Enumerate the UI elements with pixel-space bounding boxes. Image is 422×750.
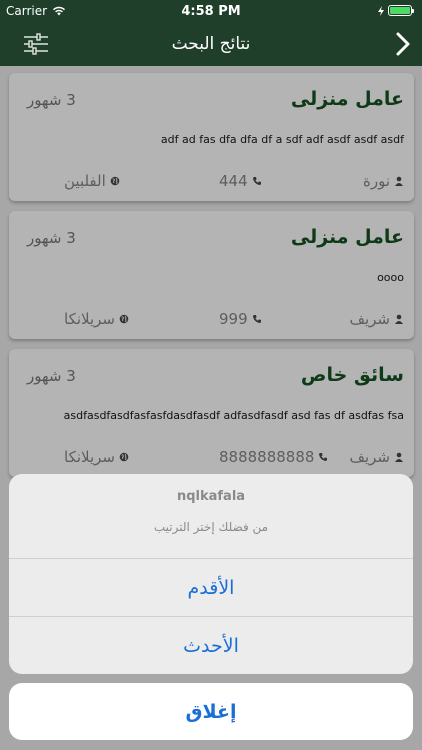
globe-icon — [119, 452, 129, 462]
card-owner: شريف — [349, 448, 404, 466]
card-description: oooo — [377, 271, 404, 284]
card-age: 3 شهور — [27, 229, 76, 247]
card-title: عامل منزلى — [290, 88, 404, 110]
owner-name: شريف — [349, 448, 390, 466]
card-age: 3 شهور — [27, 367, 76, 385]
card-title: عامل منزلى — [290, 226, 404, 248]
person-icon — [395, 452, 403, 462]
card-country: سريلانكا — [64, 448, 129, 466]
card-phone: 8888888888 — [219, 448, 328, 466]
country-name: سريلانكا — [64, 448, 115, 466]
phone-icon — [319, 453, 328, 461]
card-phone: 999 — [219, 310, 262, 328]
result-card[interactable]: عامل منزلى 3 شهور oooo شريف 999 سريلانكا — [9, 211, 414, 339]
status-bar: Carrier 4:58 PM — [0, 0, 422, 22]
clock: 4:58 PM — [181, 4, 241, 19]
phone-number: 999 — [219, 310, 248, 328]
card-age: 3 شهور — [27, 91, 76, 109]
sort-newest-button[interactable]: الأحدث — [9, 617, 413, 674]
action-sheet-header: nqlkafala من فضلك إختر الترتيب — [9, 474, 413, 559]
card-description: asdfasdfasdfasfasfdasdfasdf adfasdfasdf … — [63, 409, 404, 422]
country-name: الفلبين — [64, 172, 106, 190]
close-button[interactable]: إغلاق — [9, 683, 413, 740]
result-card[interactable]: عامل منزلى 3 شهور adf ad fas dfa dfa df … — [9, 73, 414, 201]
phone-icon — [252, 315, 261, 323]
phone-number: 8888888888 — [219, 448, 315, 466]
globe-icon — [110, 176, 120, 186]
card-description: adf ad fas dfa dfa df a sdf adf asdf asd… — [160, 133, 404, 146]
globe-icon — [119, 314, 129, 324]
phone-icon — [252, 177, 261, 185]
battery-indicator — [378, 5, 414, 16]
country-name: سريلانكا — [64, 310, 115, 328]
charging-icon — [378, 5, 384, 16]
person-icon — [395, 176, 403, 186]
card-owner: نورة — [363, 172, 404, 190]
card-phone: 444 — [219, 172, 262, 190]
result-card[interactable]: سائق خاص 3 شهور asdfasdfasdfasfasfdasdfa… — [9, 349, 414, 477]
person-icon — [395, 314, 403, 324]
battery-icon — [388, 5, 414, 16]
owner-name: شريف — [349, 310, 390, 328]
action-sheet-message: من فضلك إختر الترتيب — [153, 520, 269, 534]
card-title: سائق خاص — [300, 364, 404, 386]
sort-action-sheet: nqlkafala من فضلك إختر الترتيب الأقدم ال… — [9, 474, 413, 674]
action-sheet-title: nqlkafala — [176, 489, 246, 504]
chevron-right-icon[interactable] — [392, 30, 412, 58]
phone-number: 444 — [219, 172, 248, 190]
navigation-bar: نتائج البحث — [0, 22, 422, 66]
card-country: سريلانكا — [64, 310, 129, 328]
owner-name: نورة — [362, 172, 390, 190]
card-owner: شريف — [349, 310, 404, 328]
page-title: نتائج البحث — [171, 34, 251, 54]
sort-oldest-button[interactable]: الأقدم — [9, 559, 413, 617]
card-country: الفلبين — [64, 172, 120, 190]
